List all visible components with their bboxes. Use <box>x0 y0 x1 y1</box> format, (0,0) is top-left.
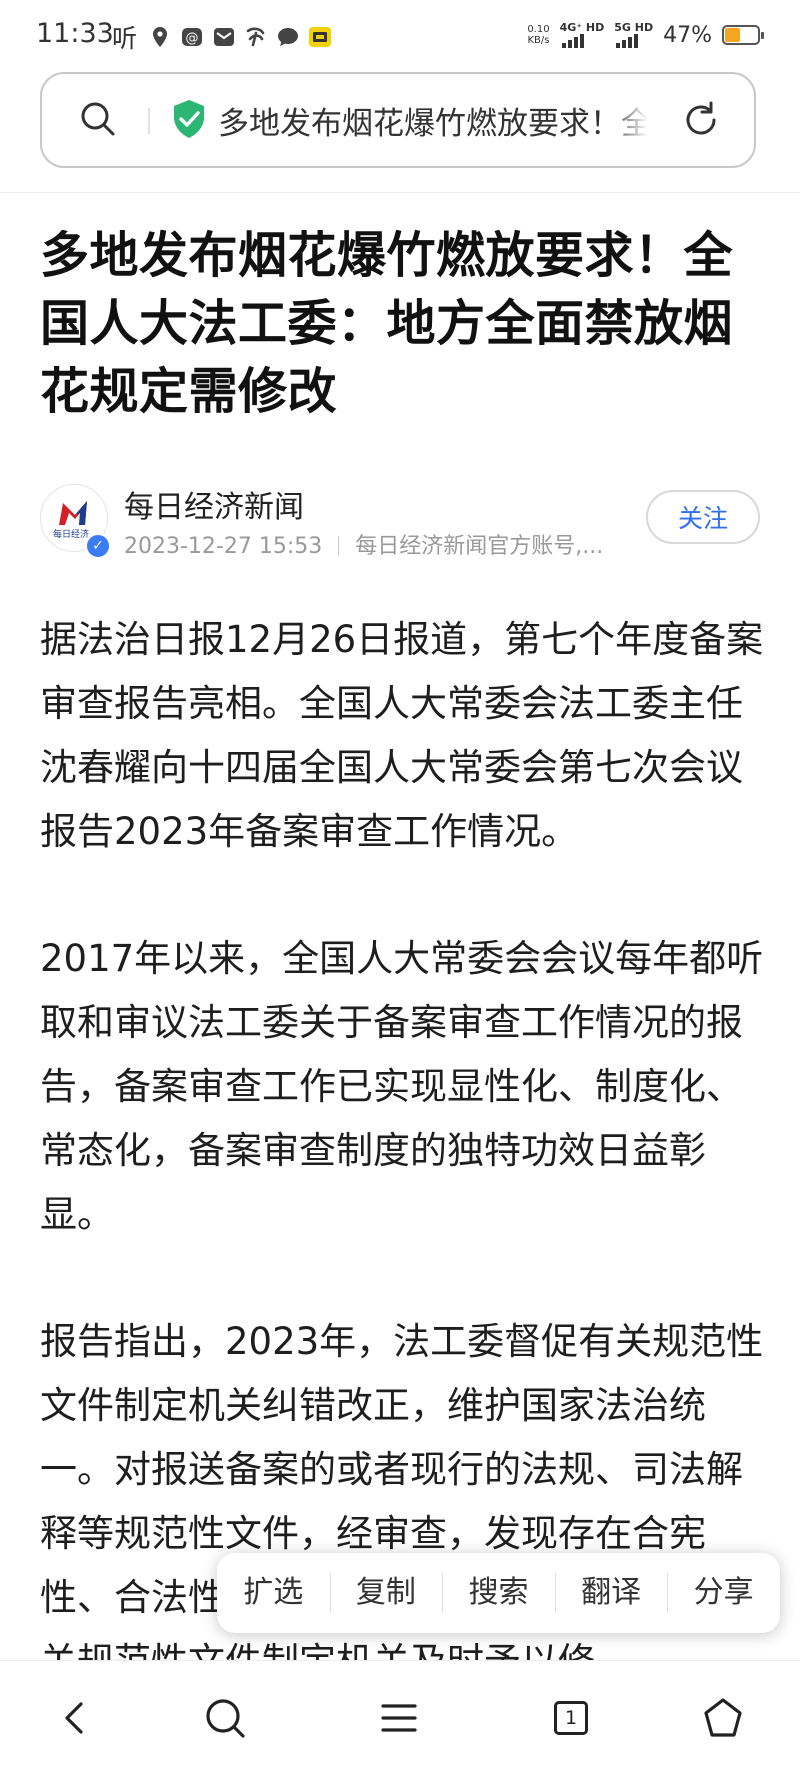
home-button[interactable] <box>696 1691 750 1745</box>
search-icon <box>206 1699 245 1738</box>
telecom-icon <box>246 27 265 47</box>
text-selection-menu: 扩选 复制 搜索 翻译 分享 <box>217 1553 780 1633</box>
address-bar[interactable]: 多地发布烟花爆竹燃放要求！全国人大法工委 <box>40 72 756 168</box>
home-icon <box>704 1698 742 1737</box>
search-icon[interactable] <box>78 99 118 139</box>
sim1-signal: 4G⁺ HD <box>559 21 605 48</box>
address-title[interactable]: 多地发布烟花爆竹燃放要求！全国人大法工委 <box>218 98 648 142</box>
search-button[interactable]: 搜索 <box>442 1553 555 1633</box>
mail-icon <box>214 28 234 46</box>
status-listen-label: 听 <box>112 24 138 53</box>
chevron-left-icon <box>65 1702 83 1734</box>
network-speed: 0.10 KB/s <box>527 24 549 46</box>
status-bar: 11:33 听 @ 0.10 KB/s 4G⁺ HD 5G HD 47% <box>0 0 800 72</box>
article-paragraph[interactable]: 2017年以来，全国人大常委会会议每年都听取和审议法工委关于备案审查工作情况的报… <box>40 927 765 1247</box>
network-speed-unit: KB/s <box>527 35 550 46</box>
status-notification-icons: @ <box>148 24 332 50</box>
expand-selection-button[interactable]: 扩选 <box>217 1553 330 1633</box>
publish-datetime: 2023-12-27 15:53 <box>124 534 323 559</box>
signal-bars-icon <box>561 34 584 48</box>
translate-button[interactable]: 翻译 <box>554 1553 668 1633</box>
status-right-group: 0.10 KB/s 4G⁺ HD 5G HD 47% <box>527 21 764 48</box>
meta-divider <box>338 536 340 556</box>
article-paragraph[interactable]: 报告指出，2023年，法工委督促有关规范性文件制定机关纠错改正，维护国家法治统一… <box>40 1310 765 1694</box>
author-description: 每日经济新闻官方账号,... <box>355 534 604 559</box>
shield-check-icon <box>174 100 204 138</box>
refresh-icon[interactable] <box>680 99 722 141</box>
author-name[interactable]: 每日经济新闻 <box>124 482 304 526</box>
news-app-icon <box>309 27 331 47</box>
battery-icon <box>722 25 764 45</box>
sim2-signal: 5G HD <box>614 22 653 48</box>
tabs-button[interactable]: 1 <box>544 1691 598 1745</box>
menu-icon <box>381 1704 417 1732</box>
bottom-navigation: 1 <box>0 1660 800 1778</box>
back-button[interactable] <box>48 1691 102 1745</box>
follow-button[interactable]: 关注 <box>646 490 760 544</box>
copy-button[interactable]: 复制 <box>329 1553 443 1633</box>
nav-search-button[interactable] <box>198 1691 252 1745</box>
email-at-icon: @ <box>182 28 202 46</box>
avatar-text: 每日经济 <box>53 528 89 540</box>
article-title: 多地发布烟花爆竹燃放要求！全国人大法工委：地方全面禁放烟花规定需修改 <box>40 227 734 420</box>
share-button[interactable]: 分享 <box>667 1553 780 1633</box>
sim2-label: 5G HD <box>614 21 654 34</box>
signal-bars-icon <box>616 34 639 48</box>
author-row: 每日经济 ✓ 每日经济新闻 2023-12-27 15:53 每日经济新闻官方账号… <box>40 480 760 559</box>
author-avatar[interactable]: 每日经济 ✓ <box>40 484 111 559</box>
location-pin-icon <box>153 27 167 47</box>
tab-count: 1 <box>554 1701 588 1735</box>
network-speed-value: 0.10 <box>527 24 550 35</box>
address-divider <box>148 108 150 134</box>
battery-percent: 47% <box>663 22 712 48</box>
divider <box>0 192 800 193</box>
chat-bubble-icon <box>278 28 298 46</box>
battery-fill <box>725 28 741 42</box>
article-paragraph[interactable]: 据法治日报12月26日报道，第七个年度备案审查报告亮相。全国人大常委会法工委主任… <box>40 608 765 864</box>
sim1-label: 4G⁺ HD <box>559 21 605 34</box>
status-time: 11:33 <box>36 18 114 49</box>
svg-text:@: @ <box>186 31 199 46</box>
verified-check-icon: ✓ <box>85 533 111 559</box>
author-meta: 2023-12-27 15:53 每日经济新闻官方账号,... <box>124 528 644 560</box>
menu-button[interactable] <box>372 1691 426 1745</box>
